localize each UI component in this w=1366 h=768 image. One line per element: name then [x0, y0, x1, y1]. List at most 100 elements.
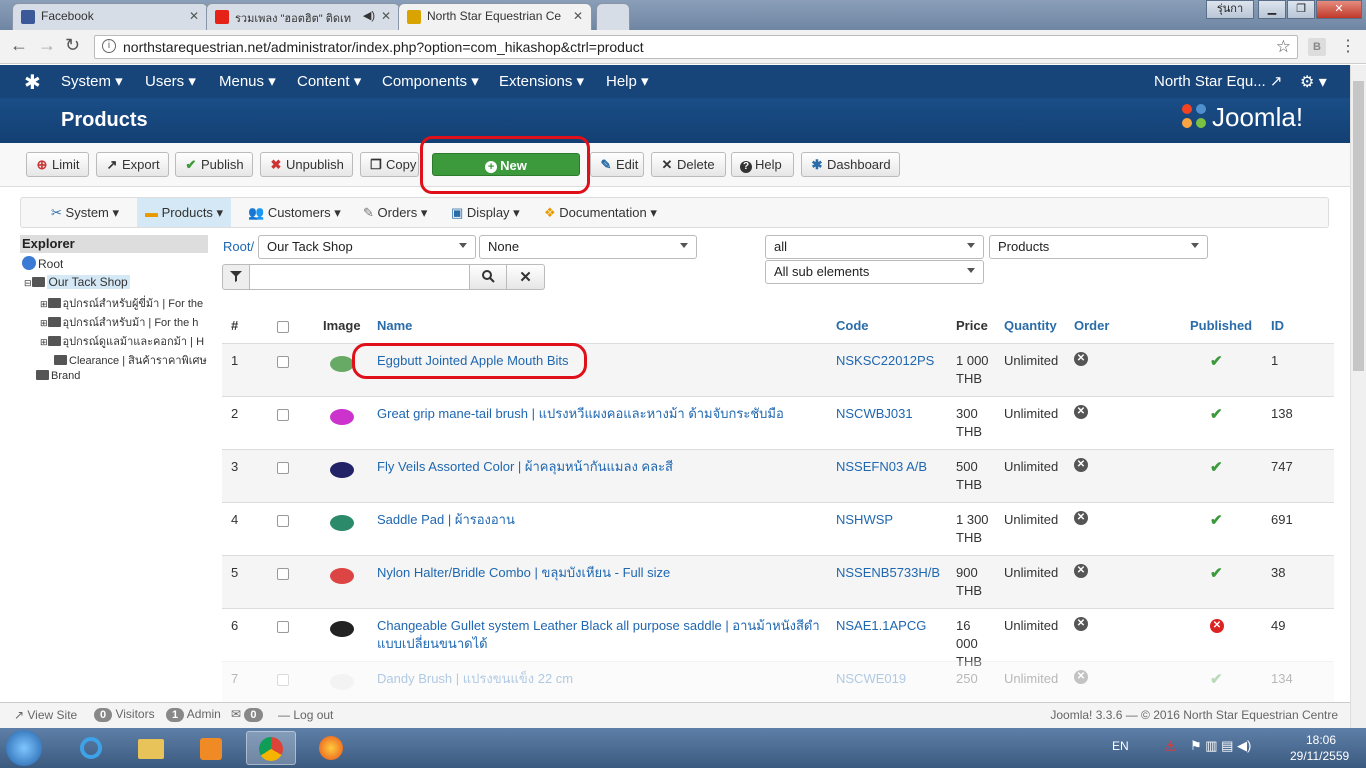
reload-icon[interactable]: ↻	[65, 35, 80, 56]
product-name-link[interactable]: Dandy Brush | แปรงขนแข็ง 22 cm	[377, 670, 827, 688]
export-button[interactable]: ↗ Export	[96, 152, 169, 177]
header-published[interactable]: Published	[1190, 318, 1252, 333]
row-checkbox[interactable]	[277, 568, 289, 580]
row-checkbox[interactable]	[277, 356, 289, 368]
remove-icon[interactable]: ✕	[1074, 617, 1088, 631]
product-code[interactable]: NSAE1.1APCG	[836, 617, 926, 635]
header-id[interactable]: ID	[1271, 318, 1284, 333]
unpublish-button[interactable]: ✖ Unpublish	[260, 152, 353, 177]
row-checkbox[interactable]	[277, 462, 289, 474]
expand-icon[interactable]: ⊞	[40, 299, 48, 309]
product-thumbnail[interactable]	[324, 561, 360, 591]
remove-icon[interactable]: ✕	[1074, 458, 1088, 472]
gear-icon[interactable]: ⚙ ▾	[1300, 72, 1327, 92]
menu-components[interactable]: Components ▾	[382, 72, 479, 90]
product-code[interactable]: NSCWE019	[836, 670, 906, 688]
firefox-icon[interactable]	[306, 731, 356, 765]
site-link[interactable]: North Star Equ... ↗	[1154, 72, 1282, 90]
menu-users[interactable]: Users ▾	[145, 72, 196, 90]
row-checkbox[interactable]	[277, 515, 289, 527]
all-select[interactable]: all	[765, 235, 984, 259]
published-icon[interactable]: ✔	[1210, 564, 1223, 582]
antivirus-icon[interactable]: ⚠	[1164, 738, 1177, 755]
select-all-checkbox[interactable]	[277, 321, 289, 333]
page-scrollbar[interactable]	[1350, 65, 1366, 728]
tree-shop[interactable]: ⊟ Our Tack Shop	[24, 275, 130, 289]
product-thumbnail[interactable]	[324, 508, 360, 538]
root-link[interactable]: Root/	[223, 239, 254, 254]
product-name-link[interactable]: Fly Veils Assorted Color | ผ้าคลุมหน้ากั…	[377, 458, 827, 476]
product-thumbnail[interactable]	[324, 402, 360, 432]
delete-button[interactable]: ✕ Delete	[651, 152, 726, 177]
ie-icon[interactable]	[66, 731, 116, 765]
forward-icon[interactable]: →	[38, 35, 56, 56]
scrollbar-thumb[interactable]	[1353, 81, 1364, 371]
remove-icon[interactable]: ✕	[1074, 511, 1088, 525]
row-checkbox[interactable]	[277, 409, 289, 421]
remove-icon[interactable]: ✕	[1074, 405, 1088, 419]
close-icon[interactable]: ✕	[189, 9, 199, 23]
menu-menus[interactable]: Menus ▾	[219, 72, 276, 90]
header-name[interactable]: Name	[377, 318, 412, 333]
info-icon[interactable]: i	[102, 39, 116, 53]
menu-system[interactable]: System ▾	[61, 72, 123, 90]
collapse-icon[interactable]: ⊟	[24, 278, 32, 288]
hikamenu-products[interactable]: ▬ Products ▾	[137, 198, 232, 227]
tree-node[interactable]: ⊞ อุปกรณ์สำหรับผู้ขี่ม้า | For the	[40, 294, 208, 312]
tree-node[interactable]: ⊞ อุปกรณ์สำหรับม้า | For the h	[40, 313, 208, 331]
menu-icon[interactable]: ⋮	[1340, 36, 1356, 56]
hikamenu-customers[interactable]: 👥 Customers ▾	[240, 198, 349, 227]
row-checkbox[interactable]	[277, 621, 289, 633]
edit-button[interactable]: ✎ Edit	[590, 152, 644, 177]
header-code[interactable]: Code	[836, 318, 869, 333]
tab-youtube[interactable]: รวมเพลง "ฮอตฮิต" ติดเท ◀) ✕	[206, 3, 400, 30]
sub-elements-select[interactable]: All sub elements	[765, 260, 984, 284]
tree-node[interactable]: ⊞ อุปกรณ์ดูแลม้าและคอกม้า | H	[40, 332, 208, 350]
dashboard-button[interactable]: ✱ Dashboard	[801, 152, 900, 177]
publish-button[interactable]: ✔ Publish	[175, 152, 253, 177]
hikamenu-orders[interactable]: ✎ Orders ▾	[355, 198, 435, 227]
product-thumbnail[interactable]	[324, 455, 360, 485]
extension-icon[interactable]: B	[1308, 38, 1326, 56]
header-order[interactable]: Order	[1074, 318, 1109, 333]
explorer-icon[interactable]	[126, 731, 176, 765]
product-name-link[interactable]: Great grip mane-tail brush | แปรงหวีแผงค…	[377, 405, 827, 423]
minimize-button[interactable]: ▁	[1258, 0, 1286, 19]
hikamenu-system[interactable]: ✂ System ▾	[43, 198, 127, 227]
remove-icon[interactable]: ✕	[1074, 352, 1088, 366]
new-tab-button[interactable]	[596, 3, 630, 30]
published-icon[interactable]: ✔	[1210, 670, 1223, 688]
product-name-link[interactable]: Changeable Gullet system Leather Black a…	[377, 617, 827, 653]
expand-icon[interactable]: ⊞	[40, 318, 48, 328]
language-indicator[interactable]: EN	[1112, 739, 1129, 753]
product-name-link[interactable]: Nylon Halter/Bridle Combo | ขลุมบังเหียน…	[377, 564, 827, 582]
media-player-icon[interactable]	[186, 731, 236, 765]
tree-root[interactable]: Root	[22, 256, 63, 271]
product-code[interactable]: NSKSC22012PS	[836, 352, 934, 370]
published-icon[interactable]: ✔	[1210, 511, 1223, 529]
category-select[interactable]: Our Tack Shop	[258, 235, 476, 259]
close-icon[interactable]: ✕	[381, 9, 391, 23]
view-site-link[interactable]: ↗ View Site	[14, 708, 77, 722]
published-icon[interactable]: ✔	[1210, 405, 1223, 423]
close-icon[interactable]: ✕	[573, 9, 583, 23]
logout-link[interactable]: — Log out	[278, 708, 333, 722]
start-button[interactable]	[6, 730, 42, 766]
chrome-icon[interactable]	[246, 731, 296, 765]
product-code[interactable]: NSSENB5733H/B	[836, 564, 940, 582]
menu-help[interactable]: Help ▾	[606, 72, 649, 90]
tab-facebook[interactable]: Facebook ✕	[12, 3, 208, 30]
product-name-link[interactable]: Saddle Pad | ผ้ารองอาน	[377, 511, 827, 529]
menu-content[interactable]: Content ▾	[297, 72, 361, 90]
product-thumbnail[interactable]	[324, 614, 360, 644]
tree-brand[interactable]: Brand	[36, 370, 80, 382]
search-input[interactable]	[249, 264, 470, 290]
product-code[interactable]: NSHWSP	[836, 511, 893, 529]
published-icon[interactable]: ✔	[1210, 352, 1223, 370]
expand-icon[interactable]: ⊞	[40, 337, 48, 347]
clear-button[interactable]: ✕	[506, 264, 545, 290]
row-checkbox[interactable]	[277, 674, 289, 686]
menu-extensions[interactable]: Extensions ▾	[499, 72, 584, 90]
published-icon[interactable]: ✔	[1210, 458, 1223, 476]
limit-button[interactable]: ⊕ Limit	[26, 152, 89, 177]
